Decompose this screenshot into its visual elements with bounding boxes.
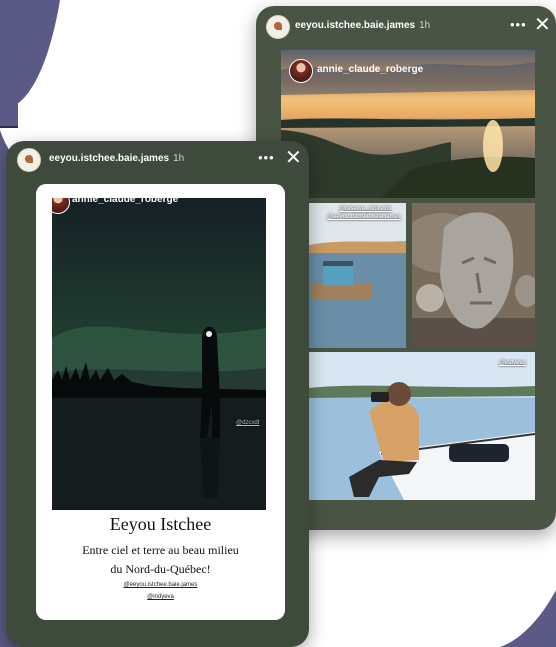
close-icon[interactable]: ✕	[285, 148, 302, 168]
photographer-boat-photo: @indyeva	[309, 352, 535, 500]
tag-link[interactable]: @indyeva	[499, 360, 526, 366]
account-name[interactable]: eeyou.istchee.baie.james 1h	[49, 153, 184, 164]
aurora-night-photo: annie_claude_roberge @dzcxdt	[52, 198, 266, 510]
floating-cabin-photo: @reserve_nibiischii @eeyou.istchee.baie.…	[309, 203, 406, 348]
stone-sculpture-photo	[412, 203, 535, 348]
account-avatar[interactable]	[266, 15, 290, 39]
footer-tag-link[interactable]: @indyeva	[36, 594, 285, 600]
post-time: 1h	[173, 153, 185, 164]
post-time: 1h	[419, 20, 431, 31]
close-icon[interactable]: ✕	[534, 15, 551, 35]
story-subtitle-line1: Entre ciel et terre au beau milieu	[82, 543, 239, 557]
tag-link[interactable]: @eeyou.istchee.baie.james	[327, 214, 401, 220]
tag-link[interactable]: @reserve_nibiischii	[339, 206, 391, 212]
photo-tag-link[interactable]: @dzcxdt	[236, 420, 259, 426]
more-horizontal-icon[interactable]: •••	[510, 17, 527, 32]
footer-tag-link[interactable]: @eeyou.istchee.baie.james	[36, 582, 285, 588]
story-subtitle-line2: du Nord-du-Québec!	[110, 562, 211, 576]
back-story-header: eeyou.istchee.baie.james 1h ••• ✕	[256, 6, 556, 46]
front-story-card[interactable]: eeyou.istchee.baie.james 1h ••• ✕ annie_…	[6, 141, 309, 647]
story-title: Eeyou Istchee	[109, 514, 212, 534]
creator-name[interactable]: annie_claude_roberge	[317, 64, 423, 75]
creator-avatar[interactable]	[289, 59, 313, 83]
front-story-header: eeyou.istchee.baie.james 1h ••• ✕	[6, 141, 309, 181]
story-content-card: annie_claude_roberge @dzcxdt Eeyou Istch…	[36, 184, 285, 620]
account-avatar[interactable]	[17, 148, 41, 172]
creator-name[interactable]: annie_claude_roberge	[72, 198, 178, 205]
more-horizontal-icon[interactable]: •••	[258, 150, 275, 165]
sunset-lake-photo: annie_claude_roberge	[281, 50, 535, 198]
account-name[interactable]: eeyou.istchee.baie.james 1h	[295, 20, 430, 31]
